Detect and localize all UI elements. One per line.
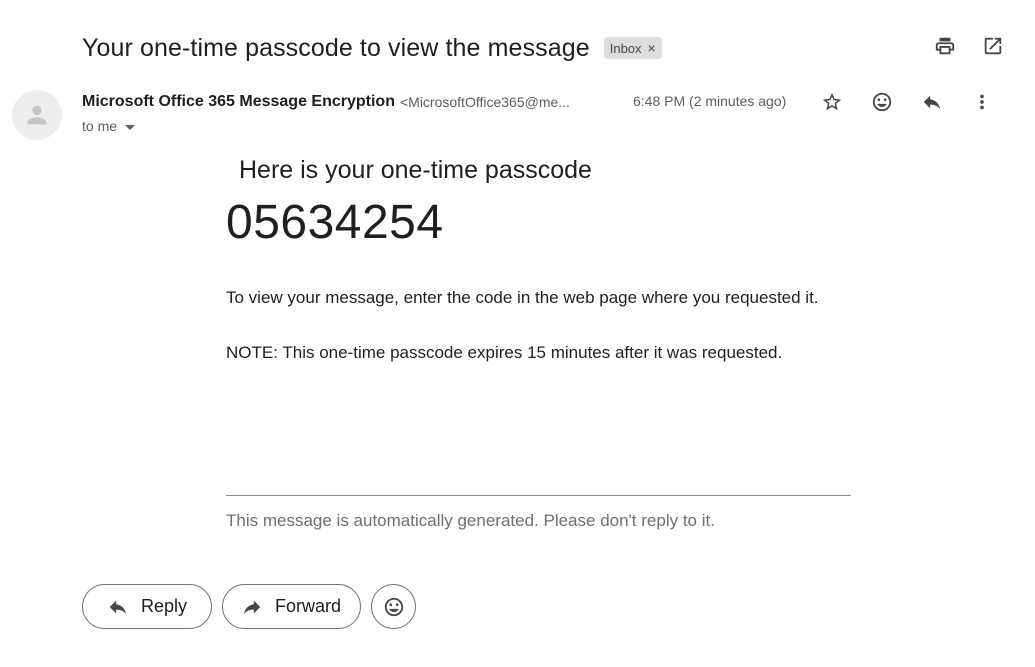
reply-bar: Reply Forward xyxy=(82,584,416,629)
expiry-note: NOTE: This one-time passcode expires 15 … xyxy=(226,343,783,362)
passcode-heading: Here is your one-time passcode xyxy=(239,156,592,184)
thread-actions xyxy=(933,34,1005,58)
reply-button[interactable]: Reply xyxy=(82,584,212,629)
label-name: Inbox xyxy=(609,40,642,56)
reply-arrow-icon xyxy=(109,600,127,614)
open-in-new-window-icon[interactable] xyxy=(981,34,1005,58)
emoji-icon xyxy=(384,597,403,616)
chevron-down-icon xyxy=(125,124,136,130)
emoji-icon[interactable] xyxy=(870,90,894,114)
sender-name[interactable]: Microsoft Office 365 Message Encryption xyxy=(82,93,395,111)
forward-button[interactable]: Forward xyxy=(222,584,361,629)
sender-email: <MicrosoftOffice365@me... xyxy=(399,94,570,110)
email-subject: Your one-time passcode to view the messa… xyxy=(82,33,590,62)
more-vert-icon[interactable] xyxy=(970,90,994,114)
sender-row: Microsoft Office 365 Message Encryption … xyxy=(82,91,570,113)
remove-label-icon[interactable]: × xyxy=(648,41,656,55)
message-actions xyxy=(820,90,994,114)
reply-label: Reply xyxy=(141,596,188,616)
footer-divider xyxy=(226,495,851,496)
sender-avatar[interactable] xyxy=(12,90,62,140)
star-icon[interactable] xyxy=(820,90,844,114)
reply-icon[interactable] xyxy=(920,90,944,114)
inbox-label-chip[interactable]: Inbox × xyxy=(603,37,662,59)
forward-arrow-icon xyxy=(243,600,261,614)
recipient-details-toggle[interactable]: to me xyxy=(82,118,136,134)
passcode-value: 05634254 xyxy=(226,196,444,249)
auto-generated-note: This message is automatically generated.… xyxy=(226,511,715,530)
person-icon xyxy=(27,105,47,125)
message-timestamp: 6:48 PM (2 minutes ago) xyxy=(633,93,787,109)
recipient-label: to me xyxy=(82,118,118,134)
print-icon[interactable] xyxy=(933,34,957,58)
instruction-text: To view your message, enter the code in … xyxy=(226,288,819,307)
emoji-react-button[interactable] xyxy=(371,584,416,629)
message-body: Here is your one-time passcode 05634254 … xyxy=(226,156,851,367)
forward-label: Forward xyxy=(275,596,342,616)
subject-row: Your one-time passcode to view the messa… xyxy=(82,30,662,66)
